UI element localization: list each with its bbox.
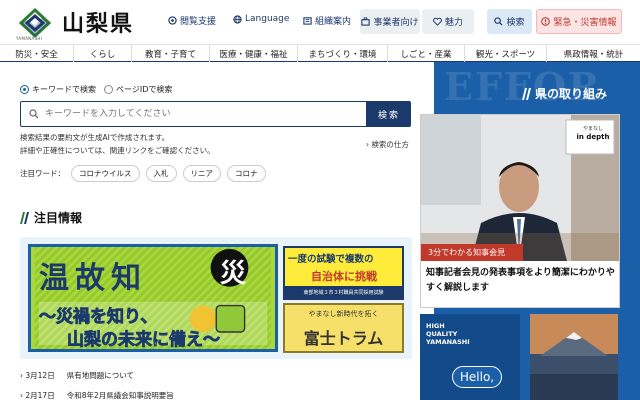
banner1-big-chars: 温 故 知 [39, 253, 141, 297]
news-date-text: 2月17日 [25, 391, 55, 400]
radio-keyword-dot[interactable] [20, 85, 29, 94]
radio-pageid[interactable]: ページIDで検索 [104, 84, 172, 95]
search-mode-radios: キーワードで検索 ページIDで検索 [20, 84, 172, 95]
governor-photo: やまなし in depth [421, 115, 619, 261]
nav-item-government[interactable]: 県政情報・統計 [547, 45, 640, 62]
section-mark-icon [20, 211, 29, 224]
banner1-line-2: 山梨の未来に備え〜 [67, 330, 221, 350]
hq-line-2: QUALITY [426, 330, 458, 338]
nav-item-safety[interactable]: 防災・安全 [0, 45, 74, 62]
prefecture-logo-icon[interactable] [18, 6, 52, 40]
banner2-line-2: 自治体に挑戦 [311, 270, 377, 283]
initiatives-title: 県の取り組み [535, 87, 608, 101]
banner2-line-1: 一度の試験で複数の [288, 254, 374, 265]
banner-disaster-knowledge[interactable]: 温 故 知 災 〜災禍を知り、 山梨の未来に備え〜 [28, 244, 278, 352]
business-label: 事業者向け [373, 18, 419, 28]
nav-item-tourism[interactable]: 観光・スポーツ [465, 45, 547, 62]
nav-item-living[interactable]: くらし [74, 45, 132, 62]
banner1-char-1: 温 [39, 261, 69, 296]
news-item[interactable]: › 3月12日 県有地問題について [20, 370, 134, 381]
hq-line-1: HIGH [426, 322, 445, 330]
radio-pageid-dot[interactable] [104, 85, 113, 94]
charm-label: 魅力 [444, 18, 463, 28]
globe-icon [233, 14, 242, 24]
featured-heading: 注目情報 [20, 209, 82, 226]
language-label: Language [245, 14, 290, 24]
briefcase-icon [361, 17, 371, 26]
news-title: 令和8年2月県議会知事説明要旨 [66, 391, 174, 400]
banner1-char-2: 故 [75, 261, 105, 296]
search-howto-label: 検索の仕方 [371, 140, 409, 149]
news-date-text: 3月12日 [25, 371, 55, 380]
news-title: 県有地問題について [66, 371, 134, 380]
site-header: YAMANASHI 山梨県 閲覧支援 Language 組織案内 事業者向け 魅… [0, 0, 640, 44]
briefing-label-badge: 3分でわかる知事会見 [421, 244, 523, 261]
search-input[interactable] [45, 109, 345, 119]
tag-coronavirus[interactable]: コロナウイルス [71, 165, 140, 182]
tag-corona[interactable]: コロナ [227, 165, 266, 182]
organization-icon [303, 17, 312, 25]
emergency-button[interactable]: 緊急・災害情報 [536, 9, 622, 34]
nav-item-medical[interactable]: 医療・健康・福祉 [210, 45, 298, 62]
banner3-line-2: 富士トラム [303, 329, 384, 348]
search-input-box[interactable] [20, 101, 367, 127]
nav-item-work[interactable]: しごと・産業 [388, 45, 465, 62]
reading-assist-label: 閲覧支援 [180, 17, 217, 27]
banner-fuji-tram[interactable]: やまなし新時代を拓く 富士トラム [283, 303, 404, 353]
banner2-line-3: 東部地域３市３村職員共同採用試験 [285, 286, 402, 299]
briefing-description: 知事記者会見の発表事項をより簡潔にわかりやすく解説します [426, 268, 615, 293]
nav-item-education[interactable]: 教育・子育て [132, 45, 210, 62]
logo-subtext: YAMANASHI [16, 36, 43, 41]
mount-fuji-art [530, 314, 618, 400]
business-button[interactable]: 事業者向け [360, 9, 420, 34]
banner1-line-1: 〜災禍を知り、 [39, 307, 158, 328]
hq-title: HIGH QUALITY YAMANASHI [426, 322, 470, 346]
radio-keyword-label: キーワードで検索 [32, 85, 96, 94]
organization-link[interactable]: 組織案内 [303, 14, 351, 27]
warning-icon [541, 17, 551, 26]
attention-words: 注目ワード： コロナウイルス 入札 リニア コロナ [20, 165, 266, 182]
featured-title: 注目情報 [34, 211, 83, 225]
search-note-1: 検索結果の要約文が生成AIで作成されます。 [20, 133, 170, 142]
emergency-label: 緊急・災害情報 [553, 18, 617, 28]
banner-joint-exam[interactable]: 一度の試験で複数の 自治体に挑戦 東部地域３市３村職員共同採用試験 [283, 246, 404, 300]
mount-fuji-photo[interactable] [530, 314, 618, 400]
search-icon [494, 17, 504, 26]
search-note-2: 詳細や正確性については、関連リンクをご確認ください。 [20, 146, 215, 155]
language-link[interactable]: Language [233, 14, 289, 24]
search-icon [29, 109, 39, 119]
global-nav: 防災・安全 くらし 教育・子育て 医療・健康・福祉 まちづくり・環境 しごと・産… [0, 44, 640, 62]
header-search-button[interactable]: 検索 [487, 9, 532, 34]
tag-linear[interactable]: リニア [182, 165, 221, 182]
initiatives-heading[interactable]: 県の取り組み [522, 85, 607, 102]
banner1-char-4: 災 [220, 259, 247, 289]
news-date: › 3月12日 [20, 371, 55, 380]
banner3-line-1: やまなし新時代を拓く [308, 310, 379, 318]
radio-keyword[interactable]: キーワードで検索 [20, 84, 96, 95]
hello-bubble: Hello, [452, 366, 502, 388]
site-title[interactable]: 山梨県 [62, 6, 134, 38]
search-submit-button[interactable]: 検索 [367, 101, 411, 127]
search-howto-link[interactable]: › 検索の仕方 [366, 139, 409, 150]
news-date: › 2月17日 [20, 391, 55, 400]
tag-bidding[interactable]: 入札 [145, 165, 177, 182]
charm-icon [433, 17, 442, 26]
header-search-label: 検索 [506, 18, 525, 28]
sign-line-2: in depth [576, 133, 610, 141]
reading-assist-icon [168, 16, 177, 25]
hq-line-3: YAMANASHI [426, 338, 470, 346]
section-mark-icon [522, 87, 531, 100]
nav-item-townplanning[interactable]: まちづくり・環境 [298, 45, 388, 62]
attention-label: 注目ワード： [20, 169, 65, 178]
sign-line-1: やまなし [582, 126, 603, 132]
news-item[interactable]: › 2月17日 令和8年2月県議会知事説明要旨 [20, 390, 174, 400]
reading-assist-link[interactable]: 閲覧支援 [168, 14, 216, 27]
charm-button[interactable]: 魅力 [422, 9, 474, 34]
banner1-char-3: 知 [111, 261, 141, 296]
radio-pageid-label: ページIDで検索 [116, 85, 173, 94]
organization-label: 組織案内 [315, 17, 352, 27]
